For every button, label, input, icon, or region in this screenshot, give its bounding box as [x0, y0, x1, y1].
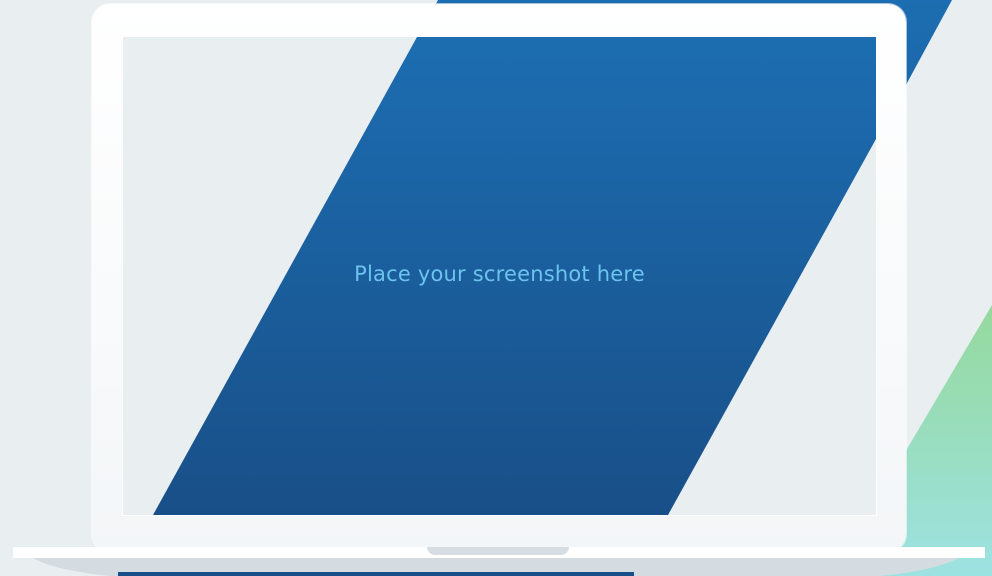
laptop-hinge-notch — [427, 547, 569, 555]
laptop-base-shadow — [30, 556, 962, 576]
screenshot-placeholder-label: Place your screenshot here — [354, 262, 645, 286]
laptop-screen: Place your screenshot here — [122, 36, 877, 516]
mockup-canvas: Place your screenshot here — [0, 0, 992, 576]
